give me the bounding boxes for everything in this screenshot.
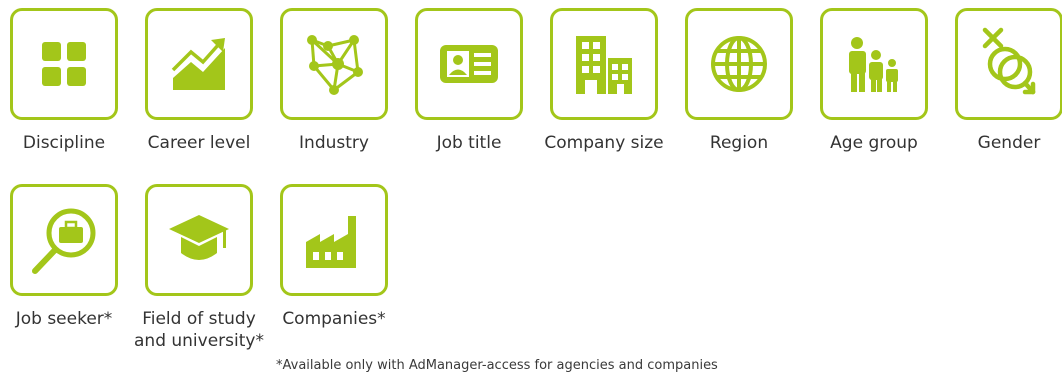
gender-icon: [982, 27, 1036, 95]
tile-box: [550, 8, 658, 120]
id-card-icon: [440, 45, 498, 83]
network-icon: [307, 35, 363, 95]
footnote: *Available only with AdManager-access fo…: [276, 358, 718, 373]
tile-label: Industry: [299, 133, 369, 153]
tile-box: [10, 184, 118, 296]
tile-label: Age group: [830, 133, 918, 153]
graduation-cap-icon: [169, 215, 229, 260]
tile-label: Discipline: [22, 133, 106, 153]
tile-label: Job title: [436, 133, 502, 153]
tile-label: Job seeker*: [15, 309, 113, 329]
tile-label: Field of study and university*: [134, 309, 264, 351]
tile-box: [280, 184, 388, 296]
tile-label: Gender: [977, 133, 1041, 153]
tile-box: [685, 8, 793, 120]
tile-box: [280, 8, 388, 120]
trend-chart-icon: [171, 38, 225, 90]
tile-box: [415, 8, 523, 120]
tile-label: Career level: [147, 133, 251, 153]
grid-icon: [42, 42, 86, 86]
tile-box: [820, 8, 928, 120]
tile-label: Company size: [544, 133, 664, 153]
globe-icon: [711, 36, 767, 92]
magnifier-briefcase-icon: [32, 208, 96, 274]
tile-box: [10, 8, 118, 120]
tile-label: Companies*: [282, 309, 386, 329]
buildings-icon: [576, 36, 632, 94]
tile-box: [145, 8, 253, 120]
tile-box: [955, 8, 1062, 120]
tile-box: [145, 184, 253, 296]
tile-label: Region: [709, 133, 769, 153]
factory-icon: [306, 216, 356, 268]
people-icon: [849, 37, 898, 92]
